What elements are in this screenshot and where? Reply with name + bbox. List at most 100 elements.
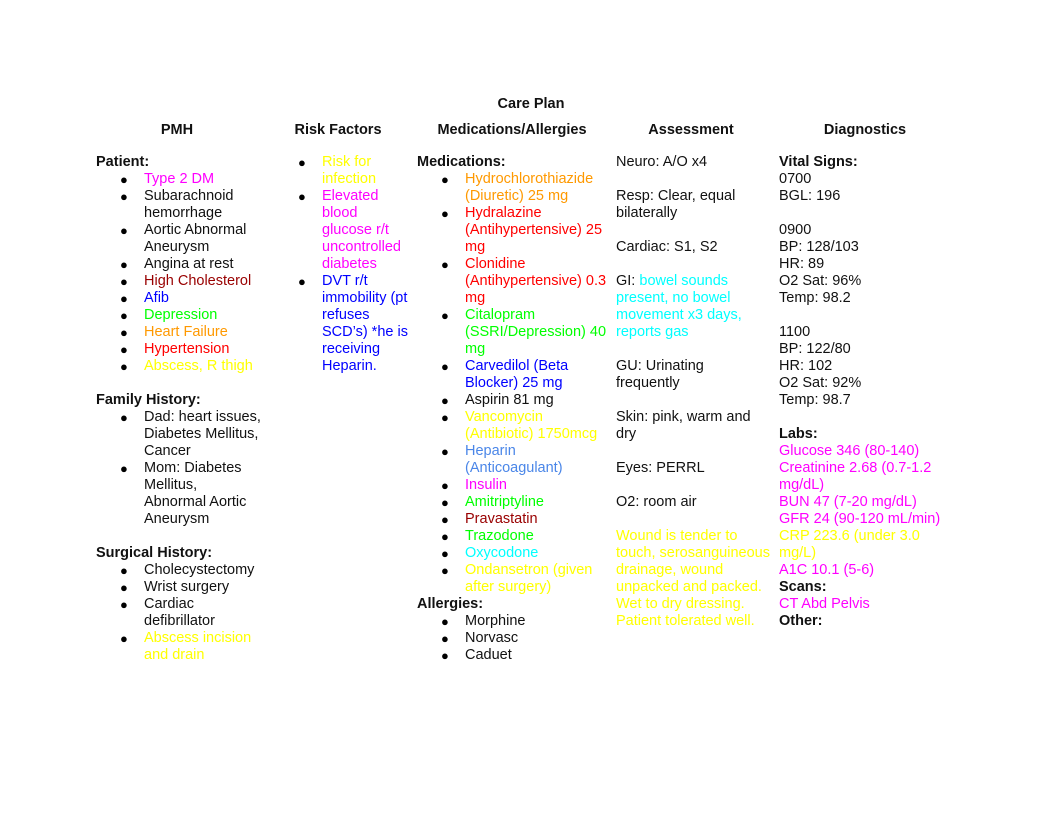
list-item: ● Insulin [417,477,607,494]
list-item: ● Angina at rest [96,256,266,273]
list-item: ● Carvedilol (Beta Blocker) 25 mg [417,358,607,392]
list-item-text: Abscess incision and drain [144,630,252,663]
bullet-icon: ● [441,546,449,561]
assessment-gu: GU: Urinating frequently [616,358,704,391]
family-history-list: ● Dad: heart issues, Diabetes Mellitus, C… [96,409,261,528]
vital-reading: Temp: 98.7 [779,392,851,408]
vital-reading: BP: 122/80 [779,341,851,357]
list-item: ● Clonidine (Antihypertensive) 0.3 mg [417,256,607,307]
result-line: Glucose 346 (80-140) [779,443,920,459]
bullet-icon: ● [120,597,128,612]
bullet-icon: ● [441,631,449,646]
result-line: A1C 10.1 (5-6) [779,562,875,578]
list-item: ● Cardiac defibrillator [96,596,266,630]
list-item: ● Risk for infection [296,154,408,188]
list-item: ● Trazodone [417,528,607,545]
bullet-icon: ● [120,359,128,374]
assessment-eyes: Eyes: PERRL [616,460,705,476]
vital-signs-label: Vital Signs: [779,154,858,170]
list-item: ● Subarachnoid hemorrhage [96,188,266,222]
bullet-icon: ● [441,563,449,578]
surgical-history-list: ● Cholecystectomy ● Wrist surgery ● Cardiac d… [96,562,266,664]
list-item: ● Cholecystectomy [96,562,266,579]
medications-label: Medications: [417,154,506,170]
list-item-text: Depression [144,307,218,323]
list-item: ● Wrist surgery [96,579,266,596]
list-item: ● Hydralazine (Antihypertensive) 25 mg [417,205,607,256]
bullet-icon: ● [120,580,128,595]
other-label: Other: [779,613,823,629]
list-item: ● Mom: Diabetes Mellitus, Abnormal Aortic… [96,460,261,528]
list-item: ● High Cholesterol [96,273,266,290]
assessment-heading: Assessment [648,122,734,138]
result-line: CT Abd Pelvis [779,596,870,612]
bullet-icon: ● [441,529,449,544]
bullet-icon: ● [441,478,449,493]
bullet-icon: ● [441,308,449,323]
allergies-list: ● Morphine ● Norvasc ● Caduet [417,613,607,664]
labs-list: Glucose 346 (80-140) Creatinine 2.68 (0.7… [779,443,949,579]
list-item: ● Amitriptyline [417,494,607,511]
vital-reading: Temp: 98.2 [779,290,851,306]
assessment-cardiac: Cardiac: S1, S2 [616,239,718,255]
list-item: ● Abscess incision and drain [96,630,266,664]
allergies-label: Allergies: [417,596,484,612]
list-item-text: Cholecystectomy [144,562,255,578]
list-item: ● Type 2 DM [96,171,266,188]
bullet-icon: ● [120,257,128,272]
vital-signs-group: 1100 BP: 122/80 HR: 102 O2 Sat: 92% Temp: 98… [779,324,949,409]
list-item: ● DVT r/t immobility (pt refuses SCD’s) *… [296,273,408,375]
list-item-text: Carvedilol (Beta Blocker) 25 mg [465,358,569,391]
bullet-icon: ● [120,631,128,646]
bullet-icon: ● [441,410,449,425]
list-item-text: Ondansetron (given after surgery) [465,562,593,595]
list-item-text: Risk for infection [322,154,377,187]
list-item: ● Aspirin 81 mg [417,392,607,409]
list-item-text: Pravastatin [465,511,538,527]
list-item: ● Afib [96,290,266,307]
list-item: ● Ondansetron (given after surgery) [417,562,607,596]
bullet-icon: ● [120,308,128,323]
bullet-icon: ● [120,172,128,187]
list-item-text: Clonidine (Antihypertensive) 0.3 mg [465,256,607,306]
vital-time: 0700 [779,171,812,187]
vital-reading: O2 Sat: 92% [779,375,862,391]
vital-signs-group: 0700 BGL: 196 [779,171,949,205]
medications-column: Medications/Allergies Medications: ● Hydr… [417,122,607,664]
bullet-icon: ● [120,274,128,289]
result-line: Creatinine 2.68 (0.7-1.2 mg/dL) [779,460,932,493]
list-item: ● Vancomycin (Antibiotic) 1750mcg [417,409,607,443]
list-item: ● Aortic Abnormal Aneurysm [96,222,266,256]
diagnostics-heading: Diagnostics [823,122,907,138]
bullet-icon: ● [441,444,449,459]
bullet-icon: ● [441,206,449,221]
patient-history-list: ● Type 2 DM ● Subarachnoid hemorrhage ● Aorti… [96,171,266,375]
result-line: GFR 24 (90-120 mL/min) [779,511,941,527]
list-item-text: High Cholesterol [144,273,252,289]
surgical-history-label: Surgical History: [96,545,213,561]
assessment-column: Assessment Neuro: A/O x4 Resp: Clear, eq… [616,122,771,647]
vital-reading: BGL: 196 [779,188,841,204]
pmh-column: PMH Patient: ● Type 2 DM ● Subarachnoid hem… [96,122,271,664]
list-item-text: Subarachnoid hemorrhage [144,188,234,221]
bullet-icon: ● [120,461,128,476]
list-item: ● Abscess, R thigh [96,358,266,375]
list-item-text: Hydralazine (Antihypertensive) 25 mg [465,205,603,255]
list-item-text: Trazodone [465,528,534,544]
list-item-text: Oxycodone [465,545,539,561]
bullet-icon: ● [120,291,128,306]
bullet-icon: ● [441,512,449,527]
assessment-skin: Skin: pink, warm and dry [616,409,751,442]
list-item-text: Vancomycin (Antibiotic) 1750mcg [465,409,598,442]
result-line: BUN 47 (7-20 mg/dL) [779,494,917,510]
list-item-text: Hydrochlorothiazide (Diuretic) 25 mg [465,171,594,204]
patient-label: Patient: [96,154,150,170]
scans-label: Scans: [779,579,827,595]
list-item-text: Heparin (Anticoagulant) [465,443,563,476]
list-item-text: Citalopram (SSRI/Depression) 40 mg [465,307,607,357]
list-item: ● Hydrochlorothiazide (Diuretic) 25 mg [417,171,607,205]
list-item: ● Citalopram (SSRI/Depression) 40 mg [417,307,607,358]
list-item-text: Amitriptyline [465,494,544,510]
list-item: ● Depression [96,307,266,324]
vital-reading: HR: 102 [779,358,833,374]
